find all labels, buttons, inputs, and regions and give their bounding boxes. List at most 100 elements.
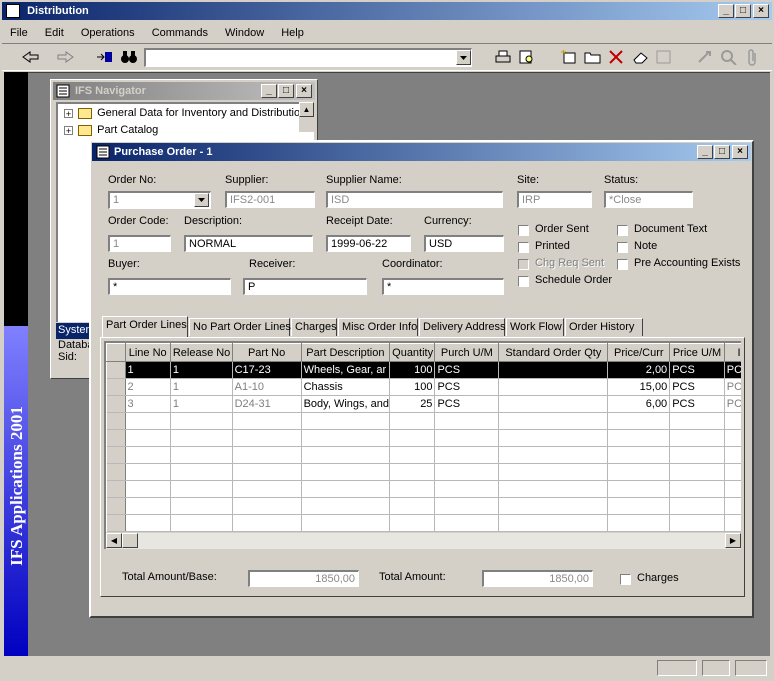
- po-minimize-button[interactable]: _: [697, 145, 713, 159]
- expand-icon[interactable]: +: [64, 108, 73, 118]
- navigation-combo[interactable]: [144, 48, 472, 67]
- total-amount-base-field[interactable]: 1850,00: [248, 570, 359, 587]
- column-header[interactable]: Price/Curr: [607, 343, 671, 362]
- navigator-maximize-button[interactable]: □: [278, 84, 294, 98]
- menu-operations[interactable]: Operations: [81, 27, 135, 39]
- site-field[interactable]: IRP: [517, 191, 592, 208]
- document-text-checkbox[interactable]: [617, 225, 628, 236]
- column-header[interactable]: Standard Order Qty: [498, 343, 609, 362]
- grid-cell[interactable]: PCS: [669, 378, 725, 396]
- column-header[interactable]: Release No: [169, 343, 233, 362]
- order-no-dropdown-button[interactable]: [194, 193, 209, 207]
- scroll-right-button[interactable]: ▶: [725, 533, 741, 548]
- print-preview-icon[interactable]: [518, 49, 536, 65]
- table-row[interactable]: 1 1 C17-23 Wheels, Gear, ar 100 PCS 2,00…: [106, 361, 741, 379]
- tab-order-history[interactable]: Order History: [565, 318, 643, 336]
- minimize-button[interactable]: _: [718, 4, 734, 18]
- grid-cell[interactable]: PCS: [724, 361, 741, 379]
- supplier-name-field[interactable]: ISD: [326, 191, 503, 208]
- grid-cell[interactable]: 1: [170, 361, 233, 379]
- pre-accounting-checkbox[interactable]: [617, 259, 628, 270]
- grid-cell[interactable]: A1-10: [232, 378, 302, 396]
- close-button[interactable]: ×: [753, 4, 769, 18]
- printed-checkbox[interactable]: [518, 242, 529, 253]
- grid-cell[interactable]: 25: [389, 395, 436, 413]
- tab-no-part-order-lines[interactable]: No Part Order Lines: [189, 318, 291, 336]
- supplier-field[interactable]: IFS2-001: [225, 191, 315, 208]
- grid-cell[interactable]: 1: [125, 361, 171, 379]
- expand-icon[interactable]: +: [64, 125, 73, 135]
- scroll-left-button[interactable]: ◀: [106, 533, 122, 548]
- column-header[interactable]: Quantity: [389, 343, 436, 362]
- grid-cell[interactable]: 6,00: [607, 395, 671, 413]
- binoculars-icon[interactable]: [120, 50, 138, 64]
- order-code-field[interactable]: 1: [108, 235, 171, 252]
- po-maximize-button[interactable]: □: [714, 145, 730, 159]
- grid-cell[interactable]: 1: [170, 395, 233, 413]
- tree-item-general-data[interactable]: + General Data for Inventory and Distrib…: [64, 105, 306, 121]
- grid-cell[interactable]: PCS: [724, 395, 741, 413]
- back-arrow-icon[interactable]: [22, 51, 40, 63]
- delete-icon[interactable]: [608, 49, 624, 65]
- menu-window[interactable]: Window: [225, 27, 264, 39]
- navigator-close-button[interactable]: ×: [296, 84, 312, 98]
- row-selector[interactable]: [106, 378, 126, 396]
- menu-help[interactable]: Help: [281, 27, 304, 39]
- menu-file[interactable]: File: [10, 27, 28, 39]
- grid-cell[interactable]: 100: [389, 361, 436, 379]
- column-header[interactable]: Inv: [723, 343, 741, 362]
- save-icon[interactable]: [656, 50, 672, 64]
- grid-cell[interactable]: [498, 395, 609, 413]
- currency-field[interactable]: USD: [424, 235, 504, 252]
- grid-cell[interactable]: PCS: [434, 361, 500, 379]
- zoom-icon[interactable]: [720, 49, 738, 65]
- goto-icon[interactable]: [96, 50, 114, 64]
- tools-icon[interactable]: [696, 49, 714, 65]
- tab-delivery-address[interactable]: Delivery Address: [419, 318, 506, 336]
- tab-charges[interactable]: Charges: [291, 318, 337, 336]
- grid-cell[interactable]: PCS: [434, 395, 500, 413]
- receipt-date-field[interactable]: 1999-06-22: [326, 235, 411, 252]
- grid-cell[interactable]: [498, 378, 609, 396]
- forward-arrow-icon[interactable]: [56, 51, 74, 63]
- tab-misc-order-info[interactable]: Misc Order Info: [338, 318, 418, 336]
- column-header[interactable]: Price U/M: [669, 343, 725, 362]
- receiver-field[interactable]: P: [243, 278, 367, 295]
- navigator-minimize-button[interactable]: _: [261, 84, 277, 98]
- scroll-thumb[interactable]: [122, 533, 138, 548]
- attachment-icon[interactable]: [746, 49, 760, 66]
- grid-cell[interactable]: 3: [125, 395, 171, 413]
- grid-cell[interactable]: 2,00: [607, 361, 671, 379]
- grid-cell[interactable]: 2: [125, 378, 171, 396]
- grid-cell[interactable]: Wheels, Gear, ar: [301, 361, 391, 379]
- order-sent-checkbox[interactable]: [518, 225, 529, 236]
- note-checkbox[interactable]: [617, 242, 628, 253]
- grid-cell[interactable]: PCS: [724, 378, 741, 396]
- tab-part-order-lines[interactable]: Part Order Lines: [102, 316, 188, 337]
- maximize-button[interactable]: □: [735, 4, 751, 18]
- grid-cell[interactable]: 1: [170, 378, 233, 396]
- coordinator-field[interactable]: *: [382, 278, 504, 295]
- column-header[interactable]: Line No: [124, 343, 171, 362]
- status-field[interactable]: *Close: [604, 191, 693, 208]
- grid-cell[interactable]: PCS: [434, 378, 500, 396]
- grid-cell[interactable]: [498, 361, 609, 379]
- grid-cell[interactable]: C17-23: [232, 361, 302, 379]
- table-row[interactable]: 3 1 D24-31 Body, Wings, and 25 PCS 6,00 …: [106, 395, 741, 413]
- column-header[interactable]: Purch U/M: [434, 343, 500, 362]
- grid-cell[interactable]: 100: [389, 378, 436, 396]
- scroll-up-button[interactable]: ▲: [299, 102, 314, 117]
- grid-cell[interactable]: PCS: [669, 361, 725, 379]
- column-header[interactable]: Part Description: [300, 343, 391, 362]
- description-field[interactable]: NORMAL: [184, 235, 313, 252]
- print-icon[interactable]: [494, 50, 512, 65]
- tab-work-flow[interactable]: Work Flow: [506, 318, 564, 336]
- grid-cell[interactable]: D24-31: [232, 395, 302, 413]
- navigator-scrollbar[interactable]: ▲: [299, 102, 314, 132]
- table-row[interactable]: 2 1 A1-10 Chassis 100 PCS 15,00 PCS PCS: [106, 378, 741, 396]
- schedule-order-checkbox[interactable]: [518, 276, 529, 287]
- eraser-icon[interactable]: [632, 50, 650, 64]
- tree-item-part-catalog[interactable]: + Part Catalog: [64, 122, 158, 138]
- grid-cell[interactable]: 15,00: [607, 378, 671, 396]
- charges-checkbox[interactable]: [620, 574, 631, 585]
